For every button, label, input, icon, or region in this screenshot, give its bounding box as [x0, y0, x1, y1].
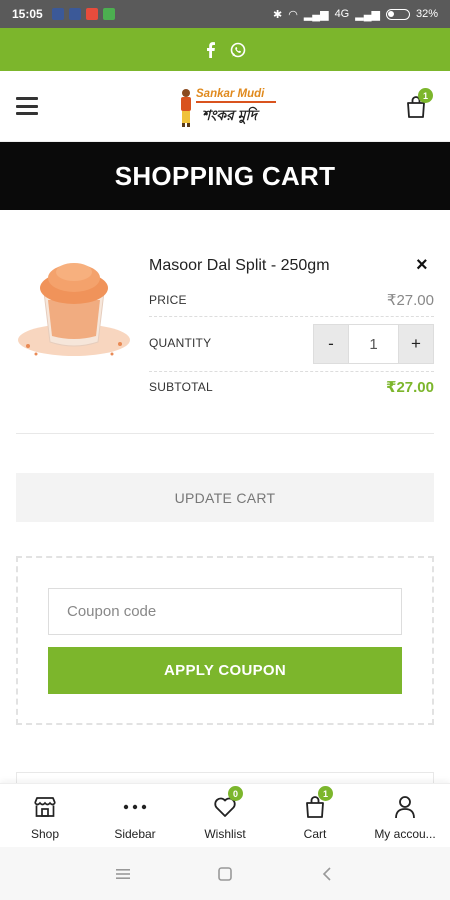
app-notification-icon — [85, 8, 98, 20]
page-banner: SHOPPING CART — [0, 142, 450, 210]
wifi-icon: ◠ — [288, 8, 298, 21]
bag-icon: 1 — [302, 786, 333, 820]
facebook-notification-icon — [51, 8, 64, 20]
site-header: Sankar Mudi শংকর মুদি 1 — [0, 71, 450, 142]
system-navigation-bar — [0, 847, 450, 900]
apply-coupon-button[interactable]: APPLY COUPON — [48, 647, 402, 694]
heart-icon: 0 — [212, 786, 243, 820]
site-logo[interactable]: Sankar Mudi শংকর মুদি — [174, 83, 278, 131]
status-bar: 15:05 ✱ ◠ ▂▄▆ 4G ▂▄▆ 32% — [0, 0, 450, 28]
nav-wishlist[interactable]: 0 Wishlist — [180, 784, 270, 847]
nav-shop-label: Shop — [30, 827, 60, 841]
nav-cart-label: Cart — [303, 827, 327, 841]
logo-text-bengali: শংকর মুদি — [202, 107, 257, 123]
divider — [149, 316, 434, 317]
nav-my-account[interactable]: My accou... — [360, 784, 450, 847]
nav-wishlist-label: Wishlist — [204, 827, 246, 841]
coupon-code-input[interactable] — [48, 588, 402, 635]
status-time: 15:05 — [12, 7, 43, 21]
remove-item-button[interactable]: × — [416, 254, 428, 276]
recent-apps-icon[interactable] — [111, 862, 135, 886]
page-title: SHOPPING CART — [114, 160, 336, 191]
quantity-input[interactable]: 1 — [348, 325, 399, 363]
subtotal-label: SUBTOTAL — [149, 380, 213, 394]
logo-figure-icon — [181, 89, 191, 127]
battery-icon — [385, 8, 410, 20]
back-icon[interactable] — [315, 862, 339, 886]
more-dots-icon — [122, 794, 148, 820]
quantity-stepper: - 1 + — [313, 324, 434, 364]
product-name[interactable]: Masoor Dal Split - 250gm — [149, 257, 330, 275]
facebook-notification-icon — [68, 8, 81, 20]
network-type: 4G — [334, 8, 350, 20]
social-bar — [0, 28, 450, 71]
nav-cart[interactable]: 1 Cart — [270, 784, 360, 847]
store-icon — [32, 794, 58, 820]
decrease-quantity-button[interactable]: - — [314, 325, 348, 363]
nav-sidebar-label: Sidebar — [114, 827, 156, 841]
price-value: ₹27.00 — [386, 292, 434, 309]
header-cart-button[interactable]: 1 — [405, 88, 433, 119]
nav-shop[interactable]: Shop — [0, 784, 90, 847]
coupon-section — [16, 556, 434, 725]
signal-icon: ▂▄▆ — [303, 8, 329, 21]
product-image[interactable] — [16, 250, 134, 370]
update-cart-button[interactable]: UPDATE CART — [16, 473, 434, 522]
nav-sidebar[interactable]: Sidebar — [90, 784, 180, 847]
logo-text-english: Sankar Mudi — [196, 88, 265, 100]
app-notification-icon — [102, 8, 115, 20]
whatsapp-icon[interactable] — [230, 42, 246, 58]
section-divider — [16, 433, 434, 434]
battery-percent: 32% — [415, 8, 438, 20]
bluetooth-icon: ✱ — [273, 8, 283, 21]
cart-count-badge: 1 — [318, 786, 333, 801]
user-icon — [392, 794, 418, 820]
nav-my-account-label: My accou... — [374, 827, 436, 841]
signal-icon: ▂▄▆ — [355, 8, 380, 21]
price-label: PRICE — [149, 293, 187, 307]
divider — [149, 371, 434, 372]
subtotal-value: ₹27.00 — [386, 379, 434, 396]
bottom-navigation: Shop Sidebar 0 Wishlist 1 Cart My accou.… — [0, 783, 450, 847]
facebook-icon[interactable] — [204, 41, 216, 58]
cart-count-badge: 1 — [418, 88, 433, 103]
wishlist-count-badge: 0 — [228, 786, 243, 801]
quantity-label: QUANTITY — [149, 336, 212, 350]
hamburger-menu-icon[interactable] — [16, 97, 38, 115]
increase-quantity-button[interactable]: + — [399, 325, 433, 363]
home-icon[interactable] — [213, 862, 237, 886]
